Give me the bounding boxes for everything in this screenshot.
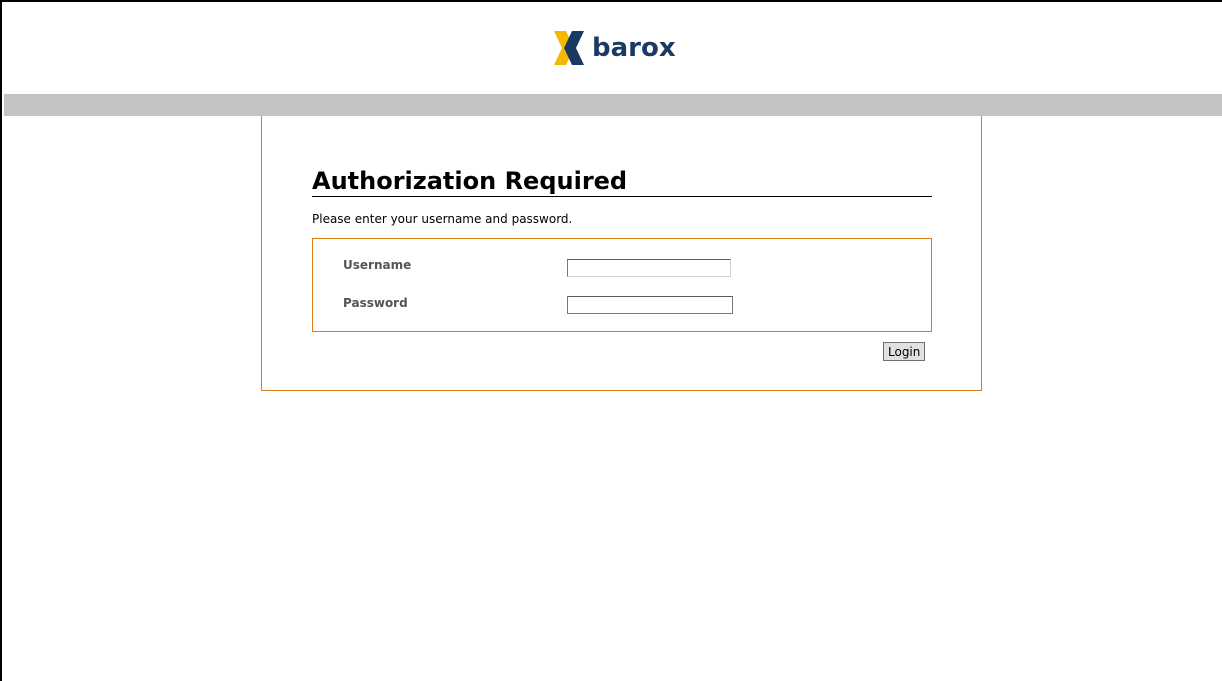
login-instructions: Please enter your username and password. [312,212,573,226]
header-divider-bar [4,94,1222,116]
username-input[interactable] [567,259,731,277]
barox-logo-text: barox [592,33,676,63]
barox-logo: barox [552,30,676,66]
login-button[interactable]: Login [883,342,926,361]
credentials-fieldset: Username Password [312,238,932,332]
browser-frame: barox Authorization Required Please ente… [0,0,1222,681]
username-label: Username [343,258,412,272]
password-label: Password [343,296,408,310]
barox-x-logo-icon [552,31,586,65]
page-title: Authorization Required [312,166,932,197]
password-input[interactable] [567,296,733,314]
page-header: barox [4,4,1222,94]
login-panel: Authorization Required Please enter your… [261,116,982,391]
